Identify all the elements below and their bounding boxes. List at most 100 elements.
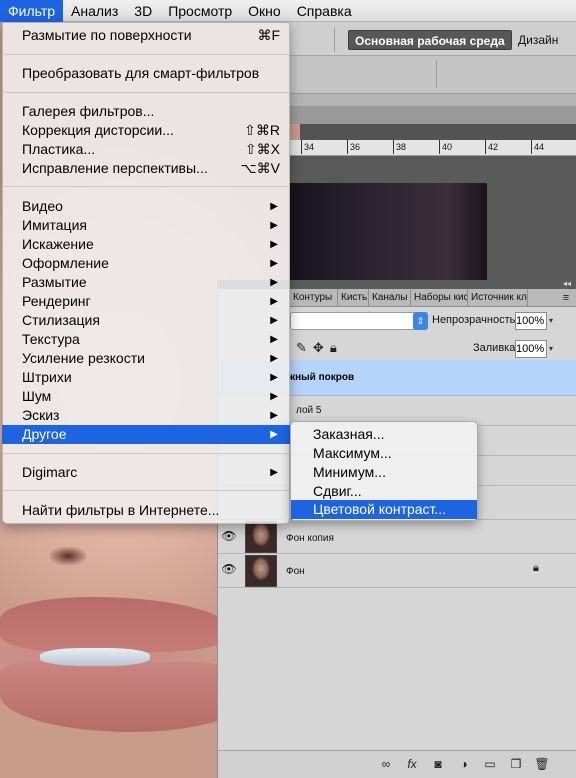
menubar: Фильтр Анализ 3D Просмотр Окно Справка xyxy=(0,0,576,22)
panel-menu-icon[interactable]: ≡ xyxy=(558,290,574,306)
submenu-arrow-icon: ▶ xyxy=(270,372,278,383)
menu-help[interactable]: Справка xyxy=(289,0,360,22)
document-canvas[interactable] xyxy=(290,183,487,280)
chevron-updown-icon[interactable]: ⇕ xyxy=(413,312,428,330)
folder-icon[interactable]: ▭ xyxy=(482,756,498,772)
menu-item-label: Коррекция дисторсии... xyxy=(22,122,174,138)
menu-analysis[interactable]: Анализ xyxy=(63,0,126,22)
menu-item-brush-strokes[interactable]: Штрихи ▶ xyxy=(2,368,290,387)
menu-item-filter-gallery[interactable]: Галерея фильтров... xyxy=(2,102,290,121)
opacity-input[interactable]: 100% xyxy=(515,312,547,330)
lock-icon[interactable]: 🔒︎ xyxy=(330,340,337,356)
fx-icon[interactable]: fx xyxy=(404,756,420,772)
menu-item-noise[interactable]: Шум ▶ xyxy=(2,387,290,406)
blend-mode-select[interactable] xyxy=(290,312,428,330)
layer-name: Фон копия xyxy=(286,533,334,544)
ruler-tick: 36 xyxy=(346,140,361,154)
tab-brush-presets[interactable]: Наборы кис xyxy=(411,289,468,307)
menu-item-label: Оформление xyxy=(22,255,109,271)
options-divider-secondary xyxy=(436,60,437,88)
menu-item-last-filter[interactable]: Размытие по поверхности ⌘F xyxy=(2,26,290,45)
menu-item-label: Рендеринг xyxy=(22,293,91,309)
submenu-arrow-icon: ▶ xyxy=(270,258,278,269)
eye-icon[interactable]: 👁︎ xyxy=(221,562,237,578)
move-icon[interactable]: ✥ xyxy=(313,340,324,356)
submenu-item-maximum[interactable]: Максимум... xyxy=(291,444,477,463)
workspace-essentials-button[interactable]: Основная рабочая среда xyxy=(348,30,512,50)
layers-list-empty xyxy=(218,588,576,750)
menu-separator xyxy=(2,92,290,93)
menu-item-sharpen[interactable]: Усиление резкости ▶ xyxy=(2,349,290,368)
menu-item-label: Digimarc xyxy=(22,464,78,480)
menu-item-texture[interactable]: Текстура ▶ xyxy=(2,330,290,349)
menu-item-browse-online[interactable]: Найти фильтры в Интернете... xyxy=(2,501,290,520)
menu-item-blur[interactable]: Размытие ▶ xyxy=(2,273,290,292)
opacity-label: Непрозрачность: xyxy=(432,314,519,326)
menu-item-vanishing-point[interactable]: Исправление перспективы... ⌥⌘V xyxy=(2,159,290,178)
brush-icon[interactable]: ✎ xyxy=(296,340,307,356)
menu-filter[interactable]: Фильтр xyxy=(0,0,64,22)
menu-item-digimarc[interactable]: Digimarc ▶ xyxy=(2,463,290,482)
submenu-arrow-icon: ▶ xyxy=(270,277,278,288)
layer-name: жный покров xyxy=(288,372,355,383)
mask-icon[interactable]: ◙ xyxy=(430,756,446,772)
menu-separator xyxy=(2,490,290,491)
ruler-tick: 44 xyxy=(530,140,545,154)
menu-window[interactable]: Окно xyxy=(240,0,289,22)
submenu-item-high-pass[interactable]: Цветовой контраст... xyxy=(291,500,477,519)
layer-name: лой 5 xyxy=(296,405,322,416)
menu-separator xyxy=(2,54,290,55)
menu-item-label: Другое xyxy=(22,426,67,442)
menu-item-sketch[interactable]: Эскиз ▶ xyxy=(2,406,290,425)
tab-channels[interactable]: Каналы xyxy=(369,289,411,307)
tab-paths[interactable]: Контуры xyxy=(290,289,338,307)
menu-item-artistic[interactable]: Имитация ▶ xyxy=(2,216,290,235)
horizontal-ruler: 34 36 38 40 42 44 xyxy=(290,140,576,156)
adjustment-icon[interactable]: ◑ xyxy=(456,756,472,772)
new-layer-icon[interactable]: ❐ xyxy=(508,756,524,772)
submenu-item-minimum[interactable]: Минимум... xyxy=(291,463,477,482)
menu-item-label: Исправление перспективы... xyxy=(22,160,208,176)
menu-item-distort[interactable]: Искажение ▶ xyxy=(2,235,290,254)
fill-input[interactable]: 100% xyxy=(515,340,547,358)
opacity-dropdown-icon[interactable]: ▾ xyxy=(549,312,559,330)
submenu-arrow-icon: ▶ xyxy=(270,220,278,231)
menu-item-video[interactable]: Видео ▶ xyxy=(2,197,290,216)
ruler-tick: 38 xyxy=(392,140,407,154)
lock-controls: ✎ ✥ 🔒︎ xyxy=(296,340,337,356)
menu-item-render[interactable]: Рендеринг ▶ xyxy=(2,292,290,311)
menu-item-other[interactable]: Другое ▶ xyxy=(2,425,290,444)
submenu-arrow-icon: ▶ xyxy=(270,296,278,307)
menu-item-liquify[interactable]: Пластика... ⇧⌘X xyxy=(2,140,290,159)
menu-separator xyxy=(2,453,290,454)
tab-clone-source[interactable]: Источник кл xyxy=(468,289,528,307)
menu-item-sketch-design[interactable]: Оформление ▶ xyxy=(2,254,290,273)
tab-brush[interactable]: Кисть xyxy=(338,289,369,307)
menu-item-label: Стилизация xyxy=(22,312,100,328)
menu-item-smart-filters[interactable]: Преобразовать для смарт-фильтров xyxy=(2,64,290,83)
photo-nostril xyxy=(50,547,86,565)
lock-icon: 🔒︎ xyxy=(533,562,539,574)
menu-item-label: Видео xyxy=(22,198,63,214)
fill-dropdown-icon[interactable]: ▾ xyxy=(549,340,559,358)
link-icon[interactable]: ∞ xyxy=(378,756,394,772)
menu-view[interactable]: Просмотр xyxy=(160,0,240,22)
menu-3d[interactable]: 3D xyxy=(126,0,160,22)
menu-item-label: Текстура xyxy=(22,331,80,347)
eye-icon[interactable]: 👁︎ xyxy=(221,529,237,545)
submenu-arrow-icon: ▶ xyxy=(270,467,278,478)
shortcut-label: ⌘F xyxy=(257,27,280,43)
submenu-item-custom[interactable]: Заказная... xyxy=(291,425,477,444)
menu-item-stylize[interactable]: Стилизация ▶ xyxy=(2,311,290,330)
menu-item-lens-correction[interactable]: Коррекция дисторсии... ⇧⌘R xyxy=(2,121,290,140)
trash-icon[interactable]: 🗑︎ xyxy=(534,756,550,772)
shortcut-label: ⌥⌘V xyxy=(240,160,280,176)
workspace-design-button[interactable]: Дизайн xyxy=(518,31,558,49)
fill-label: Заливка: xyxy=(473,342,519,354)
document-tab-bar xyxy=(290,106,576,124)
menu-item-label: Штрихи xyxy=(22,369,72,385)
options-bar-secondary xyxy=(290,56,576,94)
collapse-panel-icon[interactable]: ◂◂ xyxy=(563,279,571,289)
submenu-item-offset[interactable]: Сдвиг... xyxy=(291,482,477,501)
submenu-arrow-icon: ▶ xyxy=(270,239,278,250)
